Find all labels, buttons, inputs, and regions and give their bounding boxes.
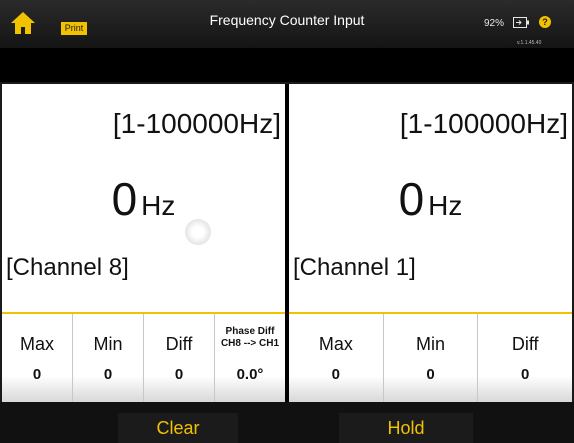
stat-label: Min xyxy=(416,334,446,354)
frequency-unit: Hz xyxy=(141,190,176,221)
hold-button[interactable]: Hold xyxy=(339,413,473,443)
stat-diff: Diff 0 xyxy=(144,314,215,402)
stat-value: 0 xyxy=(331,366,340,383)
status-band xyxy=(0,48,574,82)
stat-max: Max 0 xyxy=(289,314,384,402)
stats-row-left: Max 0 Min 0 Diff 0 Phase Diff CH8 --> CH… xyxy=(2,314,285,402)
battery-percent: 92% xyxy=(484,18,505,29)
loading-indicator xyxy=(185,219,211,245)
stat-label: Phase Diff CH8 --> CH1 xyxy=(215,326,285,350)
stat-value: 0.0° xyxy=(236,366,264,383)
bottom-bar xyxy=(0,402,574,443)
stats-row-right: Max 0 Min 0 Diff 0 xyxy=(289,314,572,402)
version-label: v.1.1.45.40 xyxy=(517,40,542,46)
stat-label: Max xyxy=(19,334,54,354)
top-bar: Print Frequency Counter Input 92% ? v.1.… xyxy=(0,0,574,48)
stat-min: Min 0 xyxy=(384,314,479,402)
frequency-range: [1-100000Hz] xyxy=(112,108,281,139)
frequency-reading: 0 Hz xyxy=(289,172,572,226)
frequency-reading: 0 Hz xyxy=(2,172,285,226)
stat-label: Diff xyxy=(511,334,539,354)
stat-diff: Diff 0 xyxy=(478,314,572,402)
frequency-value: 0 xyxy=(111,173,138,225)
frequency-value: 0 xyxy=(398,173,425,225)
panel-divider xyxy=(285,84,289,443)
stat-value: 0 xyxy=(174,366,184,383)
phase-label-line2: CH8 --> CH1 xyxy=(220,338,280,349)
stat-phase-diff: Phase Diff CH8 --> CH1 0.0° xyxy=(215,314,285,402)
channel-label: [Channel 1] xyxy=(293,254,416,281)
stat-value: 0 xyxy=(103,366,113,383)
channel-label: [Channel 8] xyxy=(6,254,129,281)
stat-label: Min xyxy=(93,334,123,354)
channel-panel-left: [1-100000Hz] 0 Hz [Channel 8] xyxy=(2,84,285,312)
stat-max: Max 0 xyxy=(2,314,73,402)
clear-button[interactable]: Clear xyxy=(118,413,238,443)
battery-icon xyxy=(513,17,529,28)
stat-value: 0 xyxy=(521,366,530,383)
stat-min: Min 0 xyxy=(73,314,144,402)
stat-value: 0 xyxy=(32,366,42,383)
stat-label: Diff xyxy=(165,334,193,354)
frequency-range: [1-100000Hz] xyxy=(399,108,568,139)
phase-label-line1: Phase Diff xyxy=(225,326,275,337)
channel-panel-right: [1-100000Hz] 0 Hz [Channel 1] xyxy=(289,84,572,312)
frequency-unit: Hz xyxy=(428,190,463,221)
stat-label: Max xyxy=(318,334,353,354)
stat-value: 0 xyxy=(426,366,435,383)
help-icon[interactable]: ? xyxy=(539,16,551,28)
